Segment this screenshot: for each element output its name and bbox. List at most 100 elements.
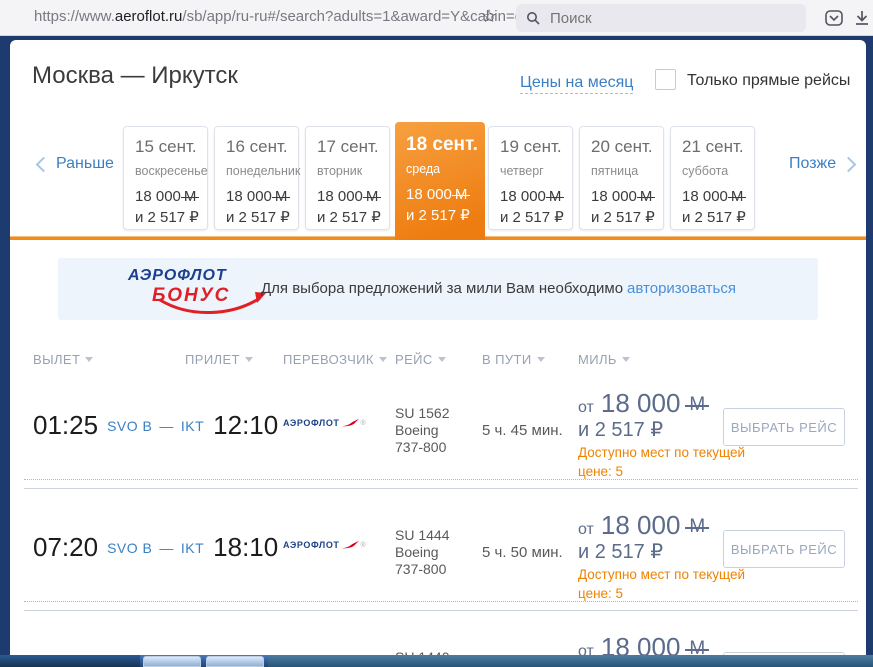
card-miles: 18 000М — [682, 186, 754, 207]
date-card-selected[interactable]: 18 сент. среда 18 000М и 2 517 ₽ — [395, 122, 485, 240]
bonus-message-text: Для выбора предложений за мили Вам необх… — [261, 280, 623, 297]
bonus-logo-line1: АЭРОФЛОТ — [128, 267, 278, 285]
page-title: Москва — Иркутск — [32, 62, 238, 90]
taskbar-active-window[interactable] — [268, 656, 873, 667]
earlier-label: Раньше — [56, 155, 114, 173]
registered-mark: ® — [361, 542, 366, 549]
miles-price: от 18 000 М — [578, 388, 705, 419]
header-label: ВЫЛЕТ — [33, 352, 80, 367]
date-card[interactable]: 21 сент. суббота 18 000М и 2 517 ₽ — [670, 126, 755, 230]
earlier-dates-link[interactable]: Раньше — [38, 155, 114, 173]
card-miles-value: 18 000 — [406, 186, 452, 203]
header-carrier[interactable]: ПЕРЕВОЗЧИК — [283, 352, 387, 367]
card-date: 20 сент. — [591, 137, 663, 157]
origin-code: SVO B — [107, 418, 152, 434]
miles-amount: 18 000 — [601, 388, 681, 418]
select-flight-button[interactable]: ВЫБРАТЬ РЕЙС — [723, 530, 845, 568]
bonus-message: Для выбора предложений за мили Вам необх… — [261, 280, 736, 297]
header-label: ПРИЛЕТ — [185, 352, 240, 367]
card-day: понедельник — [226, 164, 298, 178]
miles-symbol: М — [366, 186, 379, 207]
aeroflot-bonus-banner: АЭРОФЛОТ БОНУС Для выбора предложений за… — [58, 258, 818, 320]
aeroflot-wing-icon — [342, 418, 359, 428]
browser-search-input[interactable] — [548, 9, 772, 28]
flight-times: 01:25 SVO B—IKT 12:10 — [33, 410, 278, 441]
arrival-time: 18:10 — [213, 532, 278, 563]
header-flight[interactable]: РЕЙС — [395, 352, 446, 367]
miles-symbol: М — [731, 186, 744, 207]
card-miles-value: 18 000 — [500, 188, 546, 205]
card-rub: и 2 517 ₽ — [226, 207, 298, 228]
route-codes: SVO B — IKT — [107, 418, 204, 434]
sort-arrow-icon — [622, 357, 630, 362]
card-rub: и 2 517 ₽ — [135, 207, 207, 228]
header-arrive[interactable]: ПРИЛЕТ — [185, 352, 253, 367]
header-label: МИЛЬ — [578, 352, 617, 367]
card-rub: и 2 517 ₽ — [682, 207, 754, 228]
url-suffix: /sb/app/ru-ru#/search?adults=1&award=Y&c… — [182, 8, 523, 25]
flight-times: 07:20 SVO B—IKT 18:10 — [33, 532, 278, 563]
bookmark-star-icon[interactable]: ☆ — [481, 6, 497, 26]
card-rub: и 2 517 ₽ — [317, 207, 389, 228]
card-date: 16 сент. — [226, 137, 298, 157]
taskbar-start-area[interactable] — [0, 655, 140, 667]
search-results-panel: Москва — Иркутск Цены на месяц Только пр… — [10, 40, 866, 667]
row-separator — [24, 488, 858, 489]
header-duration[interactable]: В ПУТИ — [482, 352, 545, 367]
miles-symbol: М — [689, 394, 705, 416]
browser-search-box[interactable] — [516, 4, 806, 32]
aircraft-make: Boeing — [395, 544, 449, 561]
flight-row: 07:20 SVO B—IKT 18:10 АЭРОФЛОТ ® SU 1444… — [10, 490, 866, 612]
header-miles[interactable]: МИЛЬ — [578, 352, 630, 367]
later-dates-link[interactable]: Позже — [789, 155, 854, 173]
card-miles: 18 000М — [226, 186, 298, 207]
card-miles-value: 18 000 — [226, 188, 272, 205]
card-date: 15 сент. — [135, 137, 207, 157]
route-codes: SVO B—IKT — [107, 540, 204, 556]
aeroflot-bonus-logo: АЭРОФЛОТ БОНУС — [128, 267, 278, 307]
card-rub: и 2 517 ₽ — [406, 205, 485, 226]
from-label: от — [578, 399, 594, 416]
route-dash: — — [159, 418, 174, 434]
header-depart[interactable]: ВЫЛЕТ — [33, 352, 93, 367]
date-card[interactable]: 15 сент. воскресенье 18 000М и 2 517 ₽ — [123, 126, 208, 230]
row-separator — [24, 479, 858, 480]
destination-code: IKT — [181, 418, 204, 434]
flight-info: SU 1444 Boeing 737-800 — [395, 527, 449, 578]
direct-flights-checkbox[interactable] — [655, 69, 676, 90]
destination-code: IKT — [181, 540, 204, 556]
header-label: ПЕРЕВОЗЧИК — [283, 352, 374, 367]
url-domain: aeroflot.ru — [115, 8, 183, 25]
taskbar-button[interactable] — [143, 656, 201, 667]
header-label: В ПУТИ — [482, 352, 532, 367]
aeroflot-wing-icon — [342, 540, 359, 550]
pocket-icon[interactable] — [824, 8, 844, 28]
date-card[interactable]: 19 сент. четверг 18 000М и 2 517 ₽ — [488, 126, 573, 230]
chevron-right-icon — [841, 156, 857, 172]
aircraft-model: 737-800 — [395, 439, 449, 456]
row-separator — [24, 610, 858, 611]
taskbar-button[interactable] — [206, 656, 264, 667]
address-bar[interactable]: https://www.aeroflot.ru/sb/app/ru-ru#/se… — [34, 8, 523, 25]
card-day: пятница — [591, 164, 663, 178]
date-card[interactable]: 20 сент. пятница 18 000М и 2 517 ₽ — [579, 126, 664, 230]
page-background: Москва — Иркутск Цены на месяц Только пр… — [0, 36, 873, 667]
aircraft-model: 737-800 — [395, 561, 449, 578]
date-card[interactable]: 16 сент. понедельник 18 000М и 2 517 ₽ — [214, 126, 299, 230]
card-rub: и 2 517 ₽ — [500, 207, 572, 228]
download-icon[interactable] — [852, 8, 872, 28]
miles-symbol: М — [549, 186, 562, 207]
flight-number: SU 1562 — [395, 405, 449, 422]
login-link[interactable]: авторизоваться — [627, 280, 736, 297]
card-day: суббота — [682, 164, 754, 178]
month-prices-link[interactable]: Цены на месяц — [520, 74, 633, 94]
sort-arrow-icon — [245, 357, 253, 362]
carrier-logo: АЭРОФЛОТ ® — [283, 418, 366, 428]
select-flight-button[interactable]: ВЫБРАТЬ РЕЙС — [723, 408, 845, 446]
bonus-swoosh-icon — [156, 290, 272, 320]
card-miles: 18 000М — [500, 186, 572, 207]
date-card[interactable]: 17 сент. вторник 18 000М и 2 517 ₽ — [305, 126, 390, 230]
url-prefix: https://www. — [34, 8, 115, 25]
departure-time: 07:20 — [33, 532, 98, 563]
carrier-logo: АЭРОФЛОТ ® — [283, 540, 366, 550]
